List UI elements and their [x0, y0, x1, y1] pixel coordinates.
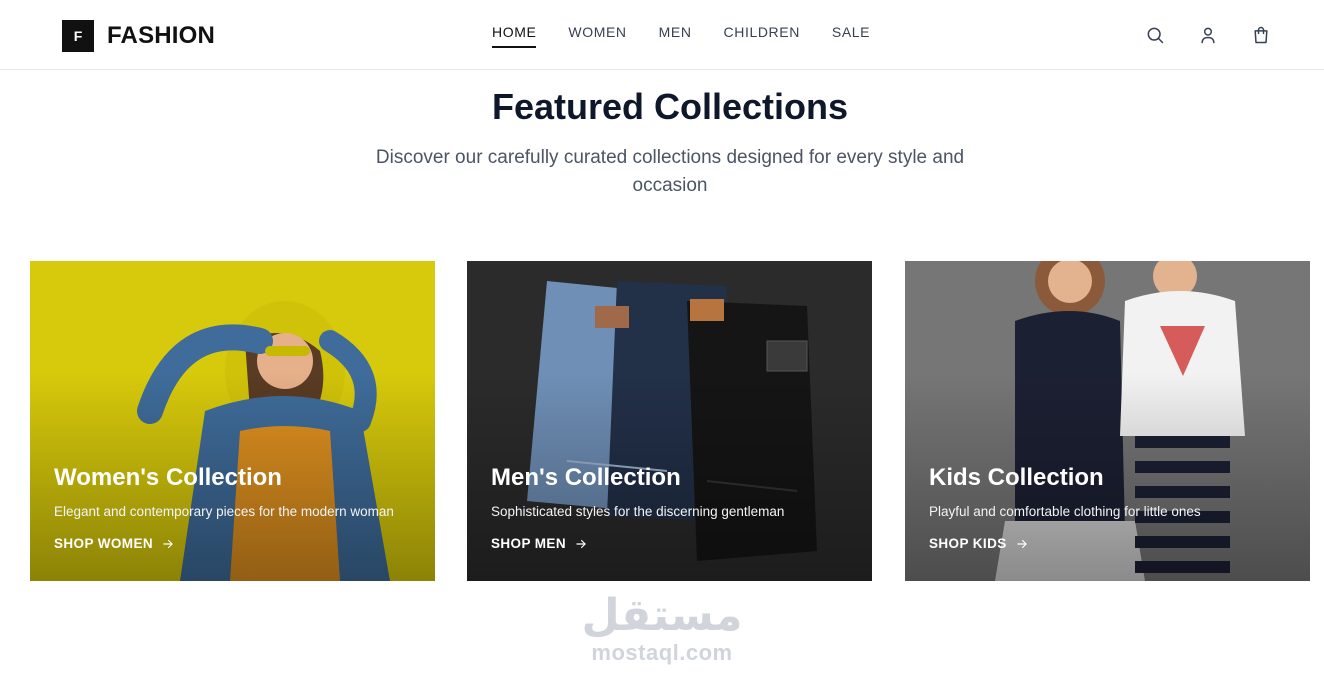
card-title: Men's Collection — [491, 464, 681, 491]
logo-mark: F — [62, 20, 94, 52]
card-description: Elegant and contemporary pieces for the … — [54, 504, 394, 519]
arrow-right-icon — [1016, 539, 1027, 548]
card-title: Women's Collection — [54, 464, 282, 491]
link-label: SHOP WOMEN — [54, 536, 154, 551]
link-label: SHOP KIDS — [929, 536, 1007, 551]
arrow-right-icon — [576, 539, 586, 548]
card-description: Sophisticated styles for the discerning … — [491, 504, 785, 519]
main-nav: HOME WOMEN MEN CHILDREN SALE — [492, 24, 902, 48]
collection-card-kids[interactable]: Kids Collection Playful and comfortable … — [905, 261, 1310, 581]
collection-card-men[interactable]: Men's Collection Sophisticated styles fo… — [467, 261, 872, 581]
card-content: Women's Collection Elegant and contempor… — [54, 464, 394, 551]
link-label: SHOP MEN — [491, 536, 566, 551]
shop-women-link[interactable]: SHOP WOMEN — [54, 536, 394, 551]
nav-item-home[interactable]: HOME — [492, 24, 537, 48]
section-subtitle: Discover our carefully curated collectio… — [375, 147, 965, 196]
watermark: مستقل mostaql.com — [581, 592, 743, 666]
arrow-right-icon — [163, 539, 173, 548]
search-icon[interactable] — [1144, 24, 1166, 46]
card-content: Kids Collection Playful and comfortable … — [929, 464, 1201, 551]
section-title: Featured Collections — [491, 86, 849, 127]
nav-item-children[interactable]: CHILDREN — [724, 24, 800, 48]
card-content: Men's Collection Sophisticated styles fo… — [491, 464, 784, 551]
nav-item-women[interactable]: WOMEN — [568, 24, 626, 48]
shop-kids-link[interactable]: SHOP KIDS — [929, 536, 1201, 551]
logo-text: FASHION — [107, 22, 216, 49]
user-icon[interactable] — [1197, 24, 1219, 46]
nav-item-men[interactable]: MEN — [659, 24, 692, 48]
watermark-arabic: مستقل — [581, 591, 743, 640]
logo[interactable]: F FASHION — [62, 20, 215, 52]
watermark-latin: mostaql.com — [591, 640, 733, 665]
site-header: F FASHION HOME WOMEN MEN CHILDREN SALE — [0, 0, 1324, 70]
header-actions — [1144, 24, 1272, 46]
collection-card-women[interactable]: Women's Collection Elegant and contempor… — [30, 261, 435, 581]
card-description: Playful and comfortable clothing for lit… — [929, 504, 1201, 519]
shop-men-link[interactable]: SHOP MEN — [491, 536, 784, 551]
shopping-bag-icon[interactable] — [1250, 24, 1272, 46]
card-title: Kids Collection — [929, 464, 1104, 491]
nav-item-sale[interactable]: SALE — [832, 24, 870, 48]
